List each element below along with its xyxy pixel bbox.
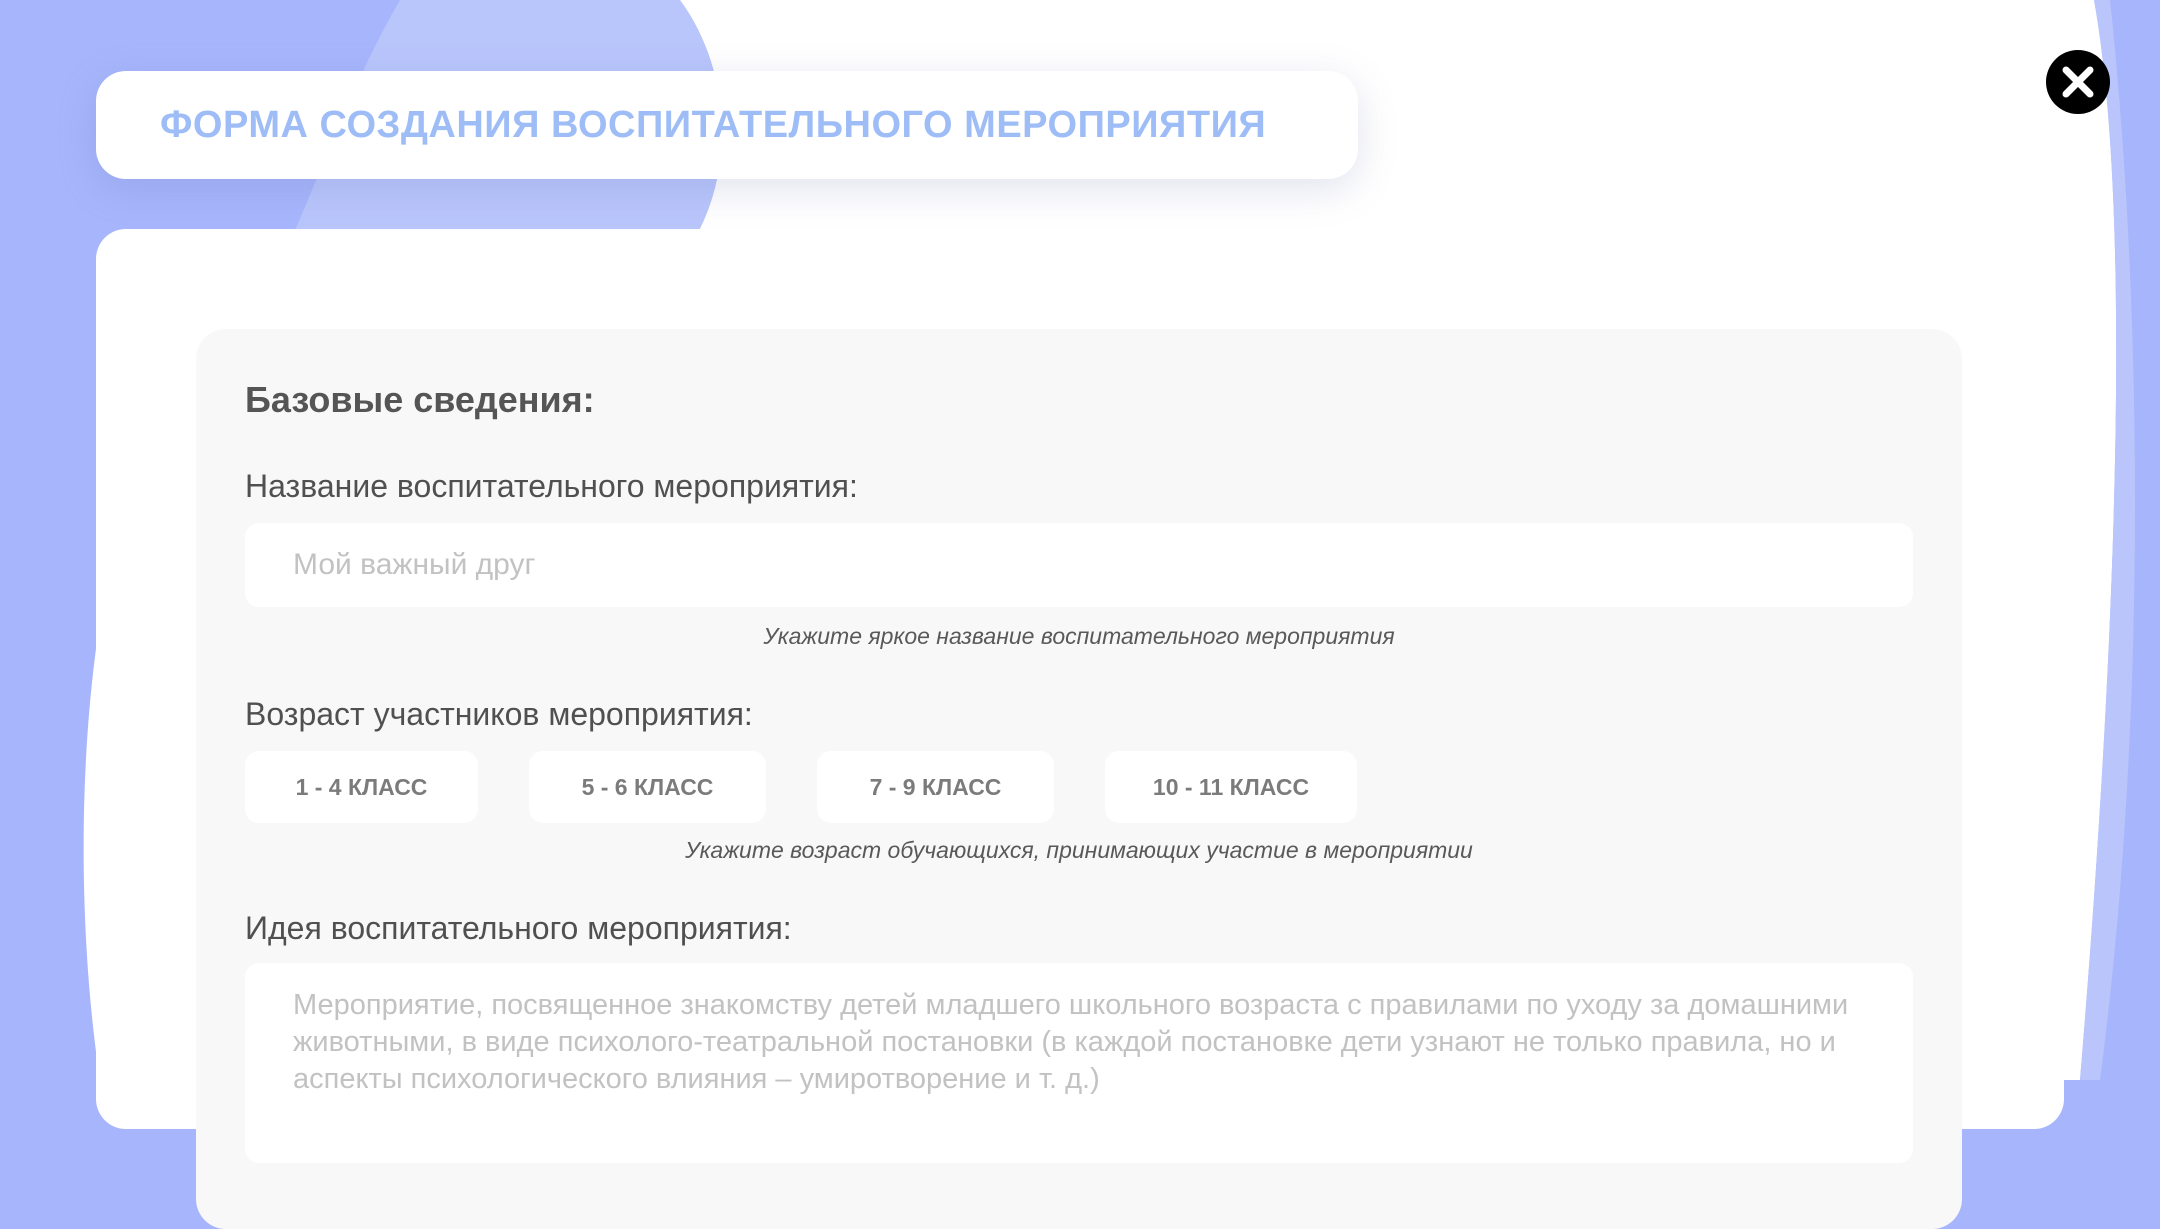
age-option-5-6[interactable]: 5 - 6 КЛАСС [529,751,766,823]
basic-info-section: Базовые сведения: Название воспитательно… [196,329,1962,1229]
close-button[interactable] [2046,50,2110,114]
age-hint: Укажите возраст обучающихся, принимающих… [685,837,1473,863]
age-option-10-11[interactable]: 10 - 11 КЛАСС [1105,751,1357,823]
event-name-input[interactable] [245,523,1913,607]
form-title-card: ФОРМА СОЗДАНИЯ ВОСПИТАТЕЛЬНОГО МЕРОПРИЯТ… [96,71,1358,179]
event-name-hint: Укажите яркое название воспитательного м… [763,623,1395,649]
page-title: ФОРМА СОЗДАНИЯ ВОСПИТАТЕЛЬНОГО МЕРОПРИЯТ… [160,103,1267,146]
age-option-7-9[interactable]: 7 - 9 КЛАСС [817,751,1054,823]
form-card: Базовые сведения: Название воспитательно… [96,229,2064,1229]
age-option-1-4[interactable]: 1 - 4 КЛАСС [245,751,478,823]
age-label: Возраст участников мероприятия: [245,696,753,732]
close-icon [2062,66,2094,98]
event-name-label: Название воспитательного мероприятия: [245,468,858,504]
idea-textarea[interactable] [245,963,1913,1163]
section-title: Базовые сведения: [245,379,595,420]
idea-label: Идея воспитательного мероприятия: [245,910,792,946]
